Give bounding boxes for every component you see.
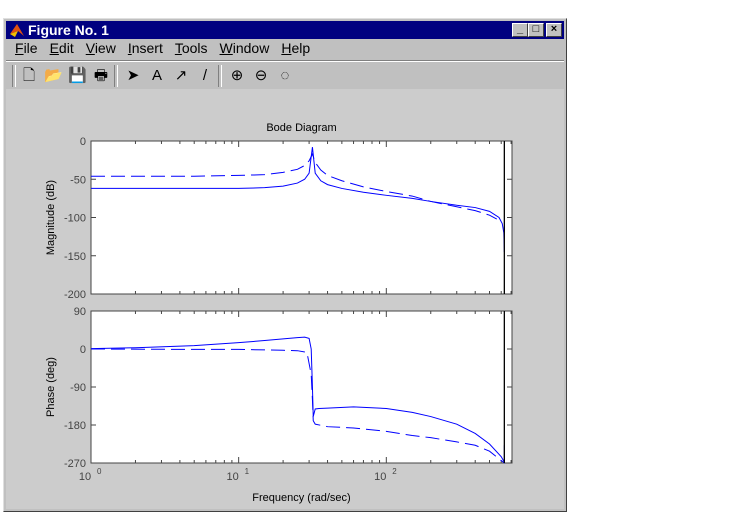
menu-window[interactable]: Window xyxy=(217,40,273,56)
y-tick-label: -270 xyxy=(64,458,86,470)
y-tick-label: -100 xyxy=(64,213,86,225)
title-bar[interactable]: Figure No. 1 _ □ × xyxy=(6,21,564,39)
toolbar-separator xyxy=(114,65,118,87)
chart-title: Bode Diagram xyxy=(266,122,336,134)
toolbar-separator xyxy=(12,65,16,87)
x-tick-exponent: 0 xyxy=(97,467,102,476)
menu-tools[interactable]: Tools xyxy=(172,40,211,56)
close-button[interactable]: × xyxy=(546,23,562,37)
x-tick-exponent: 2 xyxy=(392,467,397,476)
menu-edit[interactable]: Edit xyxy=(47,40,77,56)
open-file-icon[interactable]: 📂 xyxy=(44,67,63,85)
y-tick-label: -50 xyxy=(70,174,86,186)
y-tick-label: -180 xyxy=(64,420,86,432)
y-tick-label: 90 xyxy=(74,306,86,318)
menu-bar: File Edit View Insert Tools Window Help xyxy=(6,40,313,58)
figure-canvas: Bode Diagram 0 -50 -100 -150 -200 Magnitude (d… xyxy=(6,89,564,509)
x-axis-label: Frequency (rad/sec) xyxy=(252,492,350,504)
toolbar: 🗋 📂 💾 🖶 ➤ A ↗ / ⊕ ⊖ ◌ xyxy=(6,60,564,89)
zoom-out-icon[interactable]: ⊖ xyxy=(252,67,270,85)
magnitude-axes xyxy=(90,140,513,295)
rotate-icon[interactable]: ◌ xyxy=(276,67,294,85)
bode-plot: Bode Diagram 0 -50 -100 -150 -200 Magnitude (d… xyxy=(45,122,513,504)
save-icon[interactable]: 💾 xyxy=(68,67,87,85)
x-tick-label: 10 xyxy=(79,471,91,483)
y-tick-label: 0 xyxy=(80,136,86,148)
menu-help[interactable]: Help xyxy=(278,40,313,56)
x-tick-label: 10 xyxy=(374,471,386,483)
x-tick-label: 10 xyxy=(227,471,239,483)
insert-arrow-icon[interactable]: ↗ xyxy=(172,67,190,85)
y-tick-label: -90 xyxy=(70,382,86,394)
y-tick-label: -200 xyxy=(64,289,86,301)
minimize-button[interactable]: _ xyxy=(512,23,528,37)
maximize-button[interactable]: □ xyxy=(528,23,544,37)
magnitude-ylabel: Magnitude (dB) xyxy=(45,180,57,255)
y-tick-label: 0 xyxy=(80,344,86,356)
menu-insert[interactable]: Insert xyxy=(125,40,166,56)
new-file-icon[interactable]: 🗋 xyxy=(20,67,38,85)
insert-text-icon[interactable]: A xyxy=(148,67,166,85)
insert-line-icon[interactable]: / xyxy=(196,67,214,85)
menu-view[interactable]: View xyxy=(83,40,119,56)
figure-window: Figure No. 1 _ □ × File Edit View Insert Too… xyxy=(3,18,567,512)
window-title: Figure No. 1 xyxy=(28,22,109,38)
y-tick-label: -150 xyxy=(64,251,86,263)
menu-file[interactable]: File xyxy=(12,40,41,56)
zoom-in-icon[interactable]: ⊕ xyxy=(228,67,246,85)
phase-ylabel: Phase (deg) xyxy=(45,357,57,417)
x-tick-exponent: 1 xyxy=(245,467,250,476)
print-icon[interactable]: 🖶 xyxy=(92,67,110,85)
select-arrow-icon[interactable]: ➤ xyxy=(124,67,142,85)
matlab-logo-icon xyxy=(10,24,24,37)
toolbar-separator xyxy=(218,65,222,87)
